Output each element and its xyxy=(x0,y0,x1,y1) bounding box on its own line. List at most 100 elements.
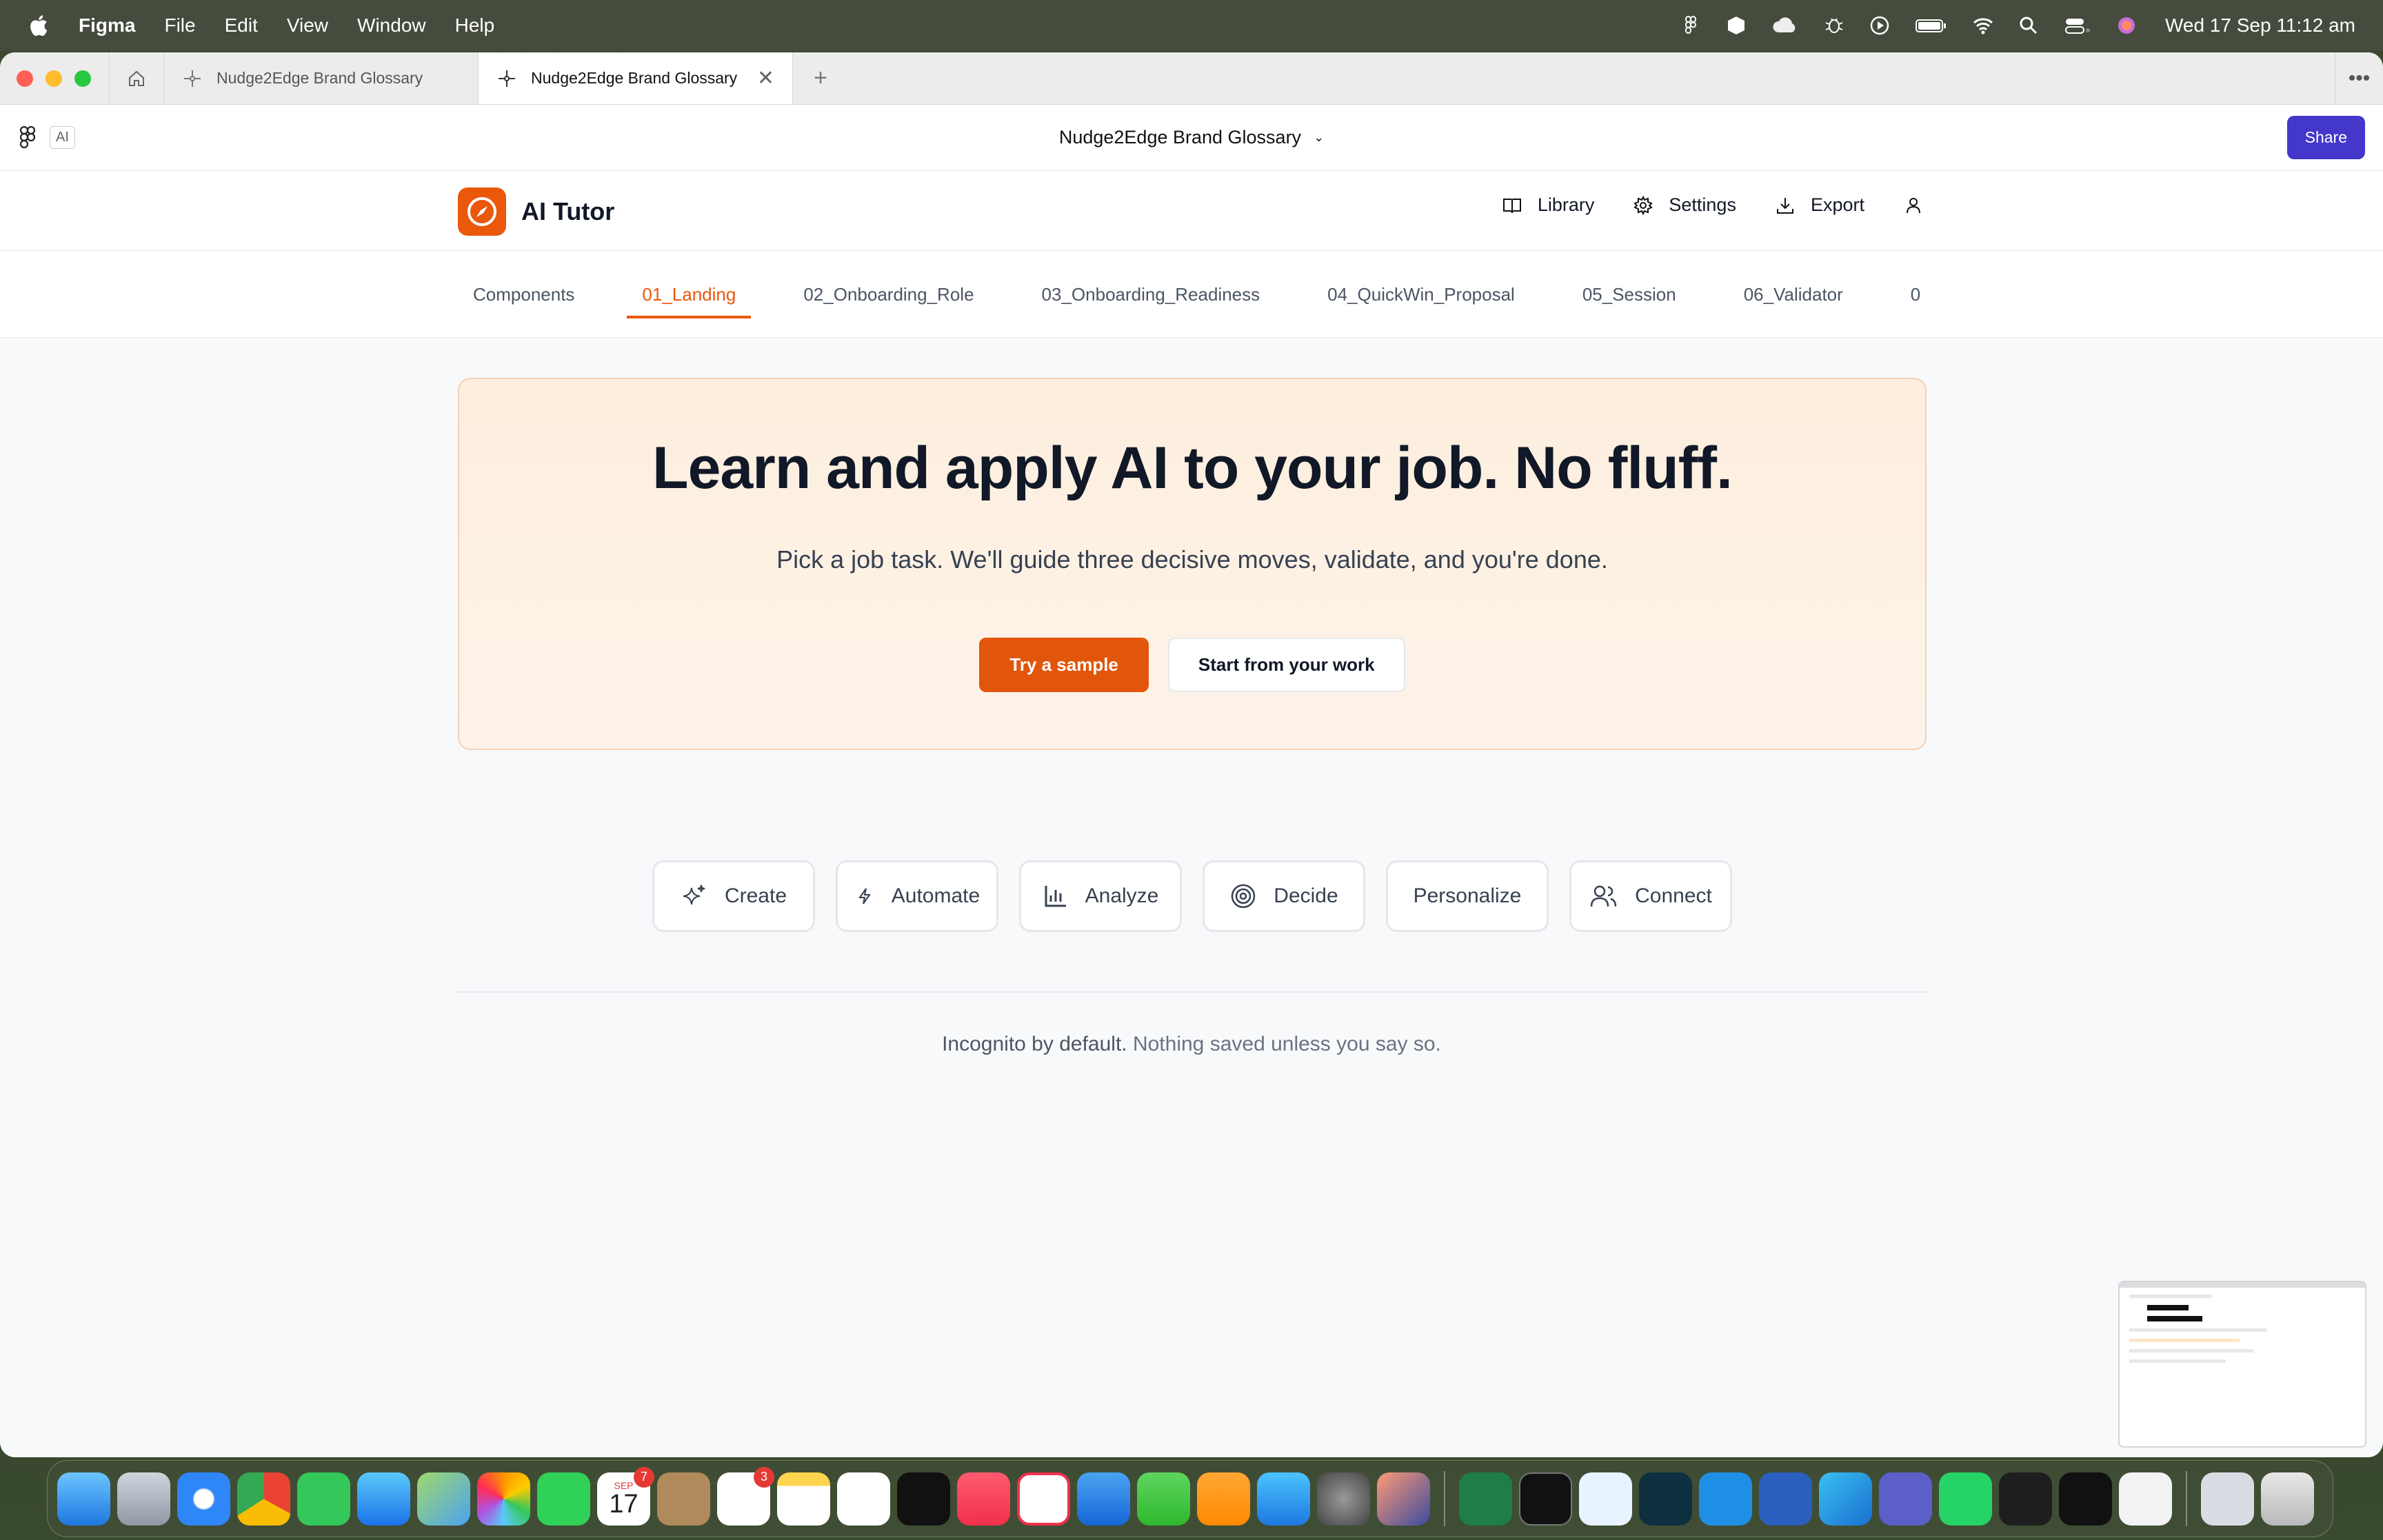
documents-stack-icon[interactable] xyxy=(2201,1472,2254,1526)
category-connect[interactable]: Connect xyxy=(1569,860,1732,932)
settings-button[interactable]: Settings xyxy=(1633,194,1736,216)
cloud-icon[interactable] xyxy=(1771,14,1800,37)
try-sample-button[interactable]: Try a sample xyxy=(979,638,1149,692)
app-store-icon[interactable] xyxy=(1257,1472,1310,1526)
maps-icon[interactable] xyxy=(417,1472,470,1526)
document-title: Nudge2Edge Brand Glossary xyxy=(1058,127,1302,148)
minimize-window-button[interactable] xyxy=(46,70,62,87)
figma-app-icon[interactable] xyxy=(1999,1472,2052,1526)
freeform-icon[interactable] xyxy=(837,1472,890,1526)
privacy-note: Incognito by default. Nothing saved unle… xyxy=(0,1033,2383,1056)
close-window-button[interactable] xyxy=(17,70,33,87)
start-from-work-button[interactable]: Start from your work xyxy=(1167,638,1405,692)
file-tab-2[interactable]: Nudge2Edge Brand Glossary ✕ xyxy=(479,52,793,104)
compass-logo-icon xyxy=(458,188,506,236)
tab-overflow[interactable]: 0 xyxy=(1896,251,1927,337)
menu-view[interactable]: View xyxy=(287,14,328,37)
contacts-icon[interactable] xyxy=(657,1472,710,1526)
ai-button[interactable]: AI xyxy=(50,126,75,149)
vscode-icon[interactable] xyxy=(1699,1472,1752,1526)
tab-session[interactable]: 05_Session xyxy=(1567,251,1691,337)
category-automate[interactable]: Automate xyxy=(836,860,998,932)
finder-icon[interactable] xyxy=(57,1472,110,1526)
whatsapp-icon[interactable] xyxy=(1939,1472,1992,1526)
tab-validator[interactable]: 06_Validator xyxy=(1729,251,1858,337)
mail-icon[interactable] xyxy=(357,1472,410,1526)
category-pills: Create Automate Analyze Decide Personali… xyxy=(652,860,1732,932)
photos-icon[interactable] xyxy=(477,1472,530,1526)
document-title-dropdown[interactable]: Nudge2Edge Brand Glossary ⌄ xyxy=(1059,127,1324,148)
library-button[interactable]: Library xyxy=(1502,194,1594,216)
export-button[interactable]: Export xyxy=(1775,194,1864,216)
menu-window[interactable]: Window xyxy=(357,14,426,37)
chevron-down-icon: ⌄ xyxy=(1314,130,1325,144)
reminders-icon[interactable]: 3 xyxy=(717,1466,774,1526)
box-icon[interactable] xyxy=(1725,14,1747,37)
figma-logo-icon[interactable] xyxy=(18,125,37,150)
brand[interactable]: AI Tutor xyxy=(458,188,614,236)
category-personalize[interactable]: Personalize xyxy=(1386,860,1549,932)
apple-logo-icon[interactable] xyxy=(28,13,48,38)
category-create[interactable]: Create xyxy=(652,860,815,932)
facetime-icon[interactable] xyxy=(537,1472,590,1526)
zoom-window-button[interactable] xyxy=(74,70,91,87)
tab-onboarding-role[interactable]: 02_Onboarding_Role xyxy=(788,251,989,337)
safari-icon[interactable] xyxy=(177,1472,230,1526)
menu-app-name[interactable]: Figma xyxy=(79,14,135,37)
system-settings-icon[interactable] xyxy=(1317,1472,1370,1526)
keynote-icon[interactable] xyxy=(1077,1472,1130,1526)
new-tab-button[interactable]: + xyxy=(793,52,848,104)
app-header: AI Tutor Library Settings Export xyxy=(0,171,2383,251)
textedit-icon[interactable] xyxy=(2119,1472,2172,1526)
menu-help[interactable]: Help xyxy=(455,14,495,37)
file-tab-1[interactable]: Nudge2Edge Brand Glossary xyxy=(164,52,479,104)
cube-app-icon[interactable] xyxy=(2059,1472,2112,1526)
news-icon[interactable] xyxy=(1017,1472,1070,1526)
menu-clock[interactable]: Wed 17 Sep 11:12 am xyxy=(2165,14,2355,37)
share-button[interactable]: Share xyxy=(2286,116,2365,159)
launchpad-icon[interactable] xyxy=(117,1472,170,1526)
category-decide[interactable]: Decide xyxy=(1203,860,1365,932)
pages-icon[interactable] xyxy=(1197,1472,1250,1526)
figma-status-icon[interactable] xyxy=(1680,14,1702,37)
messages-icon[interactable] xyxy=(297,1472,350,1526)
terminal-icon[interactable] xyxy=(1519,1472,1572,1526)
menu-bar: Figma File Edit View Window Help Wed 17 … xyxy=(0,0,2383,51)
battery-icon[interactable] xyxy=(1914,14,1949,37)
menu-edit[interactable]: Edit xyxy=(225,14,258,37)
chrome-icon[interactable] xyxy=(237,1472,290,1526)
word-icon[interactable] xyxy=(1759,1472,1812,1526)
menu-file[interactable]: File xyxy=(164,14,195,37)
teams-icon[interactable] xyxy=(1879,1472,1932,1526)
more-options-button[interactable]: ••• xyxy=(2335,52,2383,104)
tab-quickwin-proposal[interactable]: 04_QuickWin_Proposal xyxy=(1312,251,1530,337)
section-divider xyxy=(458,991,1927,993)
tab-components[interactable]: Components xyxy=(458,251,590,337)
control-center-icon[interactable] xyxy=(2063,14,2092,37)
iphone-mirroring-icon[interactable] xyxy=(1377,1472,1430,1526)
wifi-icon[interactable] xyxy=(1972,14,1994,37)
minimap-thumbnail[interactable] xyxy=(2118,1281,2366,1448)
ellipsis-icon: ••• xyxy=(2348,66,2371,90)
trash-icon[interactable] xyxy=(2261,1472,2314,1526)
user-icon[interactable] xyxy=(1903,195,1924,216)
excel-icon[interactable] xyxy=(1459,1472,1512,1526)
spotlight-search-icon[interactable] xyxy=(2018,14,2040,37)
numbers-icon[interactable] xyxy=(1137,1472,1190,1526)
calendar-icon[interactable]: SEP 17 7 xyxy=(597,1466,654,1526)
siri-icon[interactable] xyxy=(2115,14,2138,37)
category-analyze[interactable]: Analyze xyxy=(1019,860,1182,932)
hero-title: Learn and apply AI to your job. No fluff… xyxy=(652,435,1733,501)
perplexity-icon[interactable] xyxy=(1639,1472,1692,1526)
apple-tv-icon[interactable] xyxy=(897,1472,950,1526)
close-tab-icon[interactable]: ✕ xyxy=(757,66,774,90)
music-icon[interactable] xyxy=(957,1472,1010,1526)
bug-icon[interactable] xyxy=(1823,14,1845,37)
tab-landing[interactable]: 01_Landing xyxy=(627,251,752,337)
play-circle-icon[interactable] xyxy=(1869,14,1891,37)
notes-icon[interactable] xyxy=(777,1472,830,1526)
tab-onboarding-readiness[interactable]: 03_Onboarding_Readiness xyxy=(1027,251,1276,337)
edge-icon[interactable] xyxy=(1819,1472,1872,1526)
keychain-icon[interactable] xyxy=(1579,1472,1632,1526)
home-button[interactable] xyxy=(109,52,164,104)
